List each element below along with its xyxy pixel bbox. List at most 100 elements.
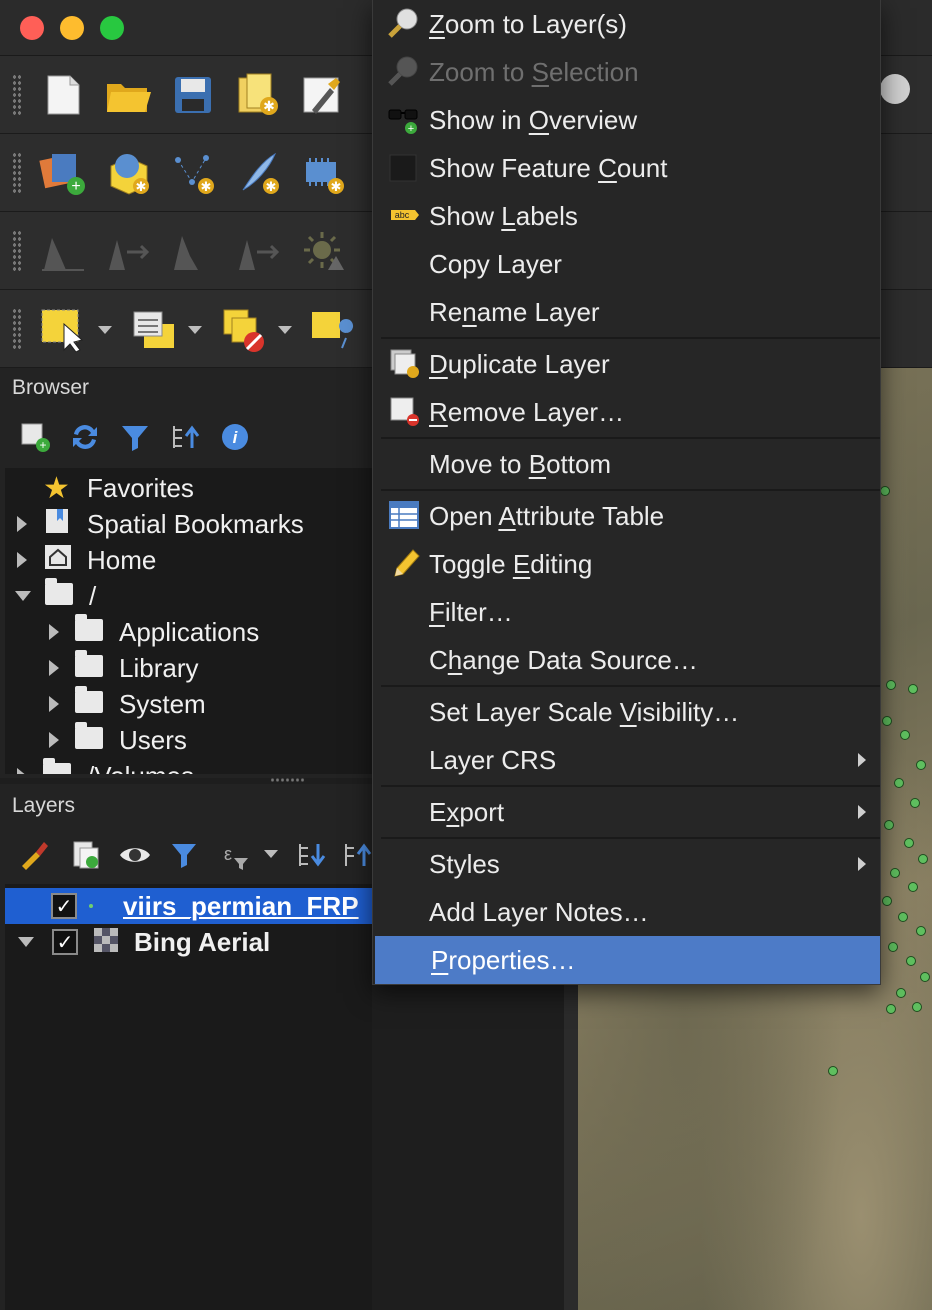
style-manager-icon[interactable] — [298, 70, 348, 120]
expand-arrow-icon[interactable] — [49, 732, 59, 748]
window-minimize-button[interactable] — [60, 16, 84, 40]
toolbar-grip[interactable] — [12, 308, 22, 350]
menu-remove-layer[interactable]: Remove Layer… — [373, 388, 880, 436]
browser-panel-title: Browser — [12, 376, 90, 399]
expand-arrow-icon[interactable] — [49, 660, 59, 676]
window-maximize-button[interactable] — [100, 16, 124, 40]
expand-arrow-icon[interactable] — [17, 768, 27, 774]
menu-open-attribute-table[interactable]: Open Attribute Table — [373, 492, 880, 540]
menu-show-labels[interactable]: abc Show Labels — [373, 192, 880, 240]
new-virtual-layer-icon[interactable]: ✱ — [298, 148, 348, 198]
layout-manager-icon[interactable]: ✱ — [233, 70, 283, 120]
layers-panel-title: Layers — [12, 794, 76, 817]
panel-splitter-handle[interactable] — [270, 777, 304, 783]
local-stretch-icon[interactable] — [103, 226, 153, 276]
filter-expression-dropdown[interactable] — [264, 850, 278, 858]
menu-layer-crs[interactable]: Layer CRS — [373, 736, 880, 784]
map-point — [884, 820, 894, 830]
menu-set-layer-scale-visibility[interactable]: Set Layer Scale Visibility… — [373, 688, 880, 736]
filter-legend-icon[interactable] — [168, 838, 202, 872]
expand-all-icon[interactable] — [294, 838, 328, 872]
menu-add-layer-notes[interactable]: Add Layer Notes… — [373, 888, 880, 936]
menu-filter[interactable]: Filter… — [373, 588, 880, 636]
menu-copy-layer[interactable]: Copy Layer — [373, 240, 880, 288]
toolbar-grip[interactable] — [12, 152, 22, 194]
collapse-arrow-icon[interactable] — [15, 591, 31, 601]
toolbar-grip[interactable] — [12, 74, 22, 116]
tree-item-applications[interactable]: Applications — [5, 613, 259, 650]
cumulative-stretch-icon[interactable] — [233, 226, 283, 276]
new-geopackage-icon[interactable]: ✱ — [103, 148, 153, 198]
map-point — [886, 680, 896, 690]
toolbar-grip[interactable] — [12, 230, 22, 272]
select-features-icon[interactable] — [38, 304, 88, 354]
select-by-attribute-dropdown[interactable] — [188, 326, 202, 334]
remove-layer-icon — [387, 394, 421, 428]
map-point — [912, 1002, 922, 1012]
map-point — [898, 912, 908, 922]
layer-visibility-checkbox[interactable]: ✓ — [51, 893, 77, 919]
filter-by-expression-icon[interactable]: ε — [218, 838, 252, 872]
tree-item-system[interactable]: System — [5, 685, 206, 722]
menu-move-to-bottom[interactable]: Move to Bottom — [373, 440, 880, 488]
layer-row-bing-aerial[interactable]: ✓ Bing Aerial — [0, 924, 372, 960]
histogram-stretch-icon[interactable] — [38, 226, 88, 276]
menu-styles[interactable]: Styles — [373, 840, 880, 888]
menu-zoom-to-layers[interactable]: Zoom to Layer(s) — [373, 0, 880, 48]
open-project-icon[interactable] — [103, 70, 153, 120]
collapse-all-icon[interactable] — [168, 420, 202, 454]
svg-text:✱: ✱ — [201, 179, 212, 194]
select-by-location-icon[interactable] — [306, 304, 356, 354]
expand-arrow-icon[interactable] — [17, 516, 27, 532]
new-spatialite-icon[interactable]: ✱ — [233, 148, 283, 198]
save-project-icon[interactable] — [168, 70, 218, 120]
tree-item-spatial-bookmarks[interactable]: Spatial Bookmarks — [5, 506, 304, 542]
add-selected-layers-icon[interactable]: + — [18, 420, 52, 454]
data-source-toolbar: + ✱ ✱ ✱ ✱ — [0, 134, 372, 212]
expand-arrow-icon[interactable] — [49, 696, 59, 712]
manage-visibility-icon[interactable] — [118, 838, 152, 872]
refresh-icon[interactable] — [68, 420, 102, 454]
svg-text:✱: ✱ — [136, 179, 147, 194]
menu-change-data-source[interactable]: Change Data Source… — [373, 636, 880, 684]
menu-export[interactable]: Export — [373, 788, 880, 836]
menu-show-feature-count[interactable]: Show Feature Count — [373, 144, 880, 192]
window-close-button[interactable] — [20, 16, 44, 40]
tree-item-library[interactable]: Library — [5, 649, 198, 686]
toolbar-circle-icon[interactable] — [880, 74, 910, 104]
select-features-dropdown[interactable] — [98, 326, 112, 334]
tree-item-volumes[interactable]: /Volumes — [5, 757, 194, 774]
map-point — [916, 926, 926, 936]
tree-item-users[interactable]: Users — [5, 721, 187, 758]
menu-rename-layer[interactable]: Rename Layer — [373, 288, 880, 336]
select-by-attribute-icon[interactable] — [128, 304, 178, 354]
tree-item-root[interactable]: / — [5, 577, 96, 614]
filter-browser-icon[interactable] — [118, 420, 152, 454]
map-point — [916, 760, 926, 770]
tree-item-home[interactable]: Home — [5, 542, 156, 578]
menu-toggle-editing[interactable]: Toggle Editing — [373, 540, 880, 588]
deselect-features-icon[interactable] — [218, 304, 268, 354]
new-shapefile-icon[interactable]: ✱ — [168, 148, 218, 198]
expand-arrow-icon[interactable] — [49, 624, 59, 640]
expand-arrow-icon[interactable] — [17, 552, 27, 568]
add-group-icon[interactable] — [68, 838, 102, 872]
new-project-icon[interactable] — [38, 70, 88, 120]
collapse-arrow-icon[interactable] — [18, 937, 34, 947]
collapse-all-layers-icon[interactable] — [340, 838, 374, 872]
brightness-icon[interactable] — [298, 226, 348, 276]
deselect-dropdown[interactable] — [278, 326, 292, 334]
menu-zoom-to-selection[interactable]: Zoom to Selection — [373, 48, 880, 96]
menu-properties[interactable]: Properties… — [375, 936, 880, 984]
layer-styling-icon[interactable] — [18, 838, 52, 872]
tree-item-favorites[interactable]: ★ Favorites — [5, 470, 194, 506]
menu-duplicate-layer[interactable]: Duplicate Layer — [373, 340, 880, 388]
map-point — [896, 988, 906, 998]
info-icon[interactable]: i — [218, 420, 252, 454]
layer-row-viirs-permian-frp[interactable]: ✓ viirs_permian_FRP — [5, 888, 372, 924]
map-point — [908, 684, 918, 694]
data-source-manager-icon[interactable]: + — [38, 148, 88, 198]
menu-show-in-overview[interactable]: + Show in Overview — [373, 96, 880, 144]
full-stretch-icon[interactable] — [168, 226, 218, 276]
layer-visibility-checkbox[interactable]: ✓ — [52, 929, 78, 955]
